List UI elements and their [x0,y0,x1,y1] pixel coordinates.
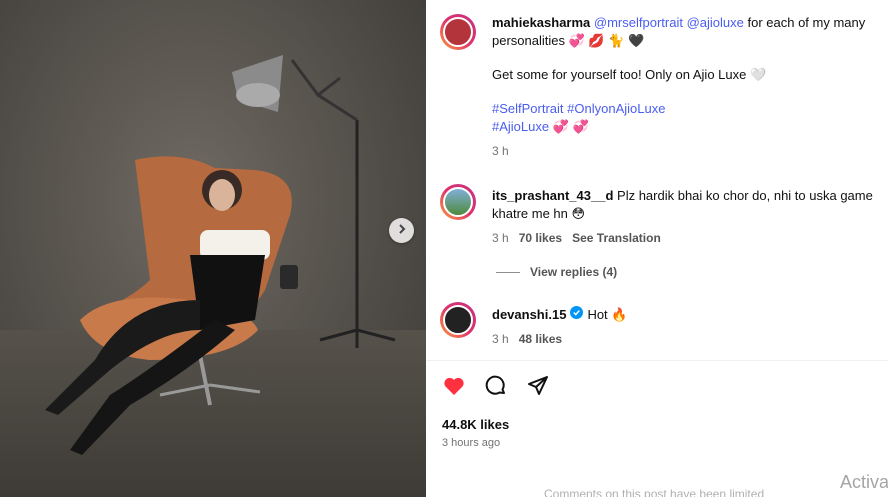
commenter-username[interactable]: its_prashant_43__d [492,188,613,203]
photo-scene [45,55,396,455]
post-photo[interactable] [0,0,426,497]
comment-likes[interactable]: 48 likes [519,332,562,346]
caption-emoji: 💞 💞 [552,119,589,134]
heart-icon[interactable] [442,374,466,398]
author-avatar[interactable] [440,14,476,50]
post-side-panel: mahiekasharma @mrselfportrait @ajioluxe … [426,0,888,497]
comment-item: devanshi.15 Hot 🔥 3 h 48 likes [492,306,882,346]
post-timestamp: 3 hours ago [442,437,501,449]
commenter-avatar[interactable] [440,184,476,220]
caption-time: 3 h [492,144,509,158]
comment-likes[interactable]: 70 likes [519,231,562,245]
view-replies-button[interactable]: View replies (4) [496,265,617,279]
activation-watermark: Activa [840,472,888,492]
commenter-username[interactable]: devanshi.15 [492,306,566,324]
post-actions [442,374,550,398]
caption-text: for each of my many [747,15,866,30]
share-icon[interactable] [526,374,550,398]
verified-icon [570,306,584,324]
hashtag-link[interactable]: #AjioLuxe [492,119,549,134]
likes-count[interactable]: 44.8K likes [442,417,509,432]
hashtag-link[interactable]: #SelfPortrait #OnlyonAjioLuxe [492,101,665,116]
chevron-right-icon [396,222,408,240]
section-divider [426,360,888,361]
replies-divider [496,271,520,273]
comment-icon[interactable] [484,374,508,398]
mention-link[interactable]: @ajioluxe [687,15,744,30]
comments-limited-notice: Comments on this post have been limited [544,487,765,497]
comment-text: Hot 🔥 [587,307,628,322]
next-image-button[interactable] [389,218,414,243]
caption-text: Get some for yourself too! Only on Ajio … [492,67,767,82]
post-caption: mahiekasharma @mrselfportrait @ajioluxe … [492,14,888,158]
view-replies-label: View replies (4) [530,265,618,279]
author-username[interactable]: mahiekasharma [492,15,590,30]
comment-time: 3 h [492,231,509,245]
caption-text: personalities 💞 💋 🐈 🖤 [492,33,645,48]
comment-item: its_prashant_43__d Plz hardik bhai ko ch… [492,187,882,245]
see-translation-button[interactable]: See Translation [572,231,661,245]
commenter-avatar[interactable] [440,302,476,338]
comment-time: 3 h [492,332,509,346]
mention-link[interactable]: @mrselfportrait [594,15,683,30]
